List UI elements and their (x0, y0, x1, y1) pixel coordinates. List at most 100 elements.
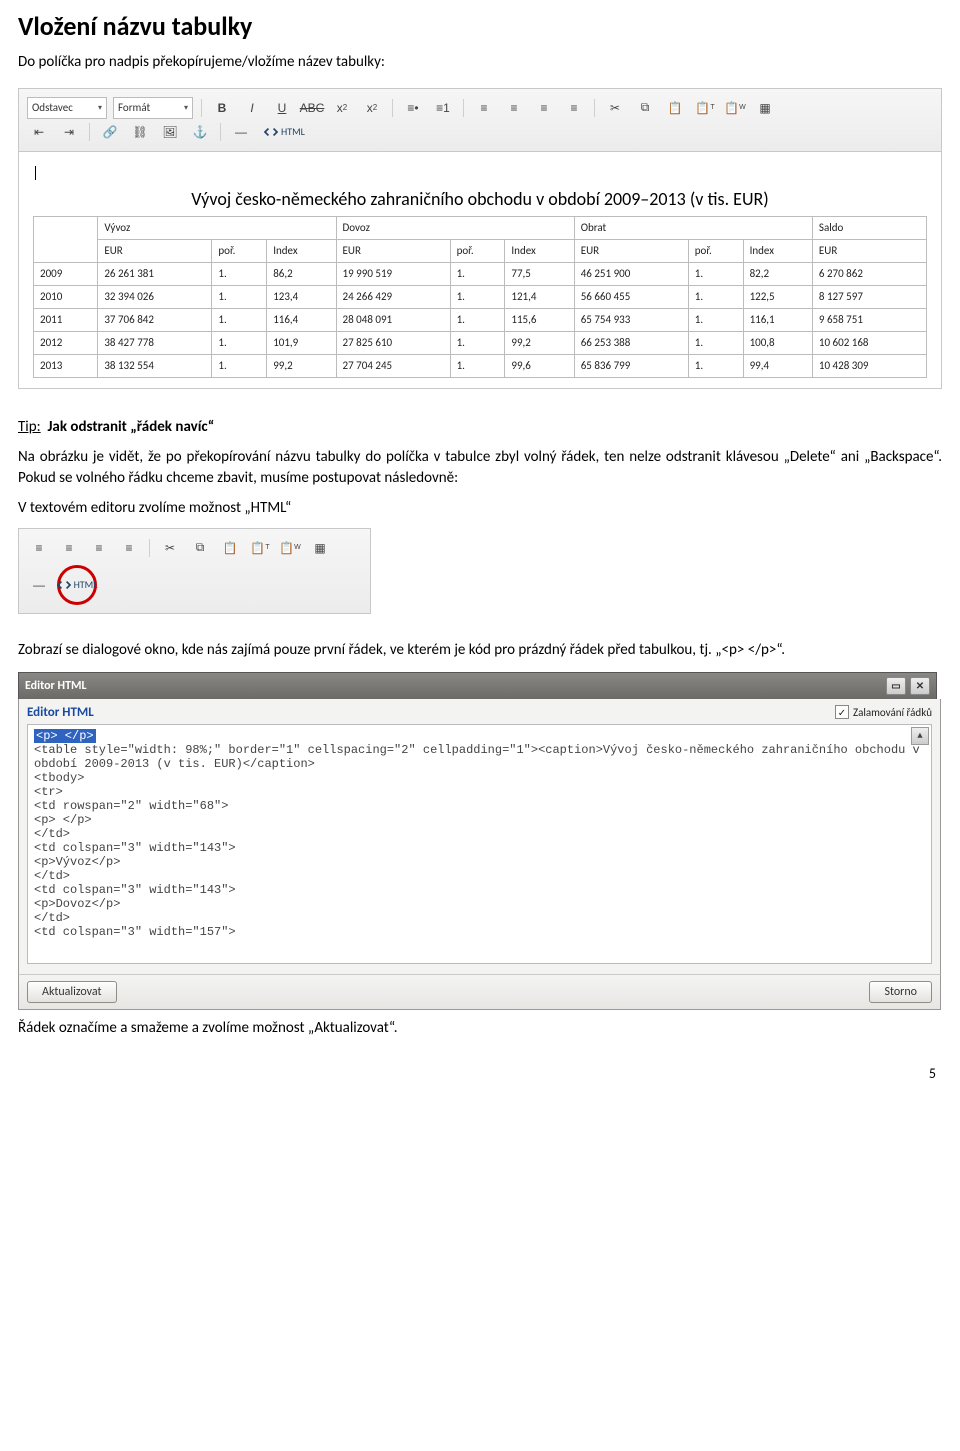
image-button[interactable]: 🖼 (158, 121, 182, 143)
align-center-button[interactable]: ≡ (502, 97, 526, 119)
link-button[interactable]: 🔗 (98, 121, 122, 143)
html-source-button[interactable]: HTML (52, 575, 103, 594)
intro-paragraph: Do políčka pro nadpis překopírujeme/vlož… (18, 52, 942, 74)
table-button[interactable]: ▦ (753, 97, 777, 119)
paste-button[interactable]: 📋 (663, 97, 687, 119)
separator (89, 123, 90, 141)
html-icon (264, 126, 278, 138)
paste-word-button[interactable]: 📋W (278, 537, 302, 559)
data-table: Vývoz Dovoz Obrat Saldo EURpoř.Index EUR… (33, 216, 927, 378)
copy-button[interactable]: ⧉ (633, 97, 657, 119)
table-caption: Vývoj česko-německého zahraničního obcho… (33, 188, 927, 210)
text-format-select[interactable]: Formát▾ (113, 97, 193, 119)
update-button[interactable]: Aktualizovat (27, 981, 117, 1003)
code-line: <td rowspan="2" width="68"> (34, 799, 925, 813)
table-row: 200926 261 3811.86,219 990 5191.77,546 2… (34, 262, 927, 285)
table-row: 201032 394 0261.123,424 266 4291.121,456… (34, 285, 927, 308)
text-cursor (35, 166, 37, 180)
tip-paragraph: Na obrázku je vidět, že po překopírování… (18, 447, 942, 491)
checkbox-icon: ✓ (835, 705, 849, 719)
paste-text-button[interactable]: 📋T (248, 537, 272, 559)
cut-button[interactable]: ✂ (158, 537, 182, 559)
code-line: <tr> (34, 785, 925, 799)
align-justify-button[interactable]: ≡ (117, 537, 141, 559)
code-line: <p> </p> (34, 813, 925, 827)
after-toolbar-paragraph: Zobrazí se dialogové okno, kde nás zajím… (18, 640, 942, 662)
anchor-button[interactable]: ⚓ (188, 121, 212, 143)
code-line: <td colspan="3" width="143"> (34, 841, 925, 855)
separator (201, 99, 202, 117)
code-line: </td> (34, 911, 925, 925)
separator (220, 123, 221, 141)
hr-button[interactable]: — (229, 121, 253, 143)
code-line: <td colspan="3" width="143"> (34, 883, 925, 897)
copy-button[interactable]: ⧉ (188, 537, 212, 559)
separator (594, 99, 595, 117)
code-line: </td> (34, 827, 925, 841)
separator (463, 99, 464, 117)
cut-button[interactable]: ✂ (603, 97, 627, 119)
block-format-select[interactable]: Odstavec▾ (27, 97, 107, 119)
table-row: Vývoz Dovoz Obrat Saldo (34, 216, 927, 239)
page-title: Vložení názvu tabulky (18, 10, 942, 42)
html-icon (57, 579, 71, 591)
maximize-button[interactable]: ▭ (886, 677, 906, 695)
dialog-titlebar[interactable]: Editor HTML ▭ ✕ (18, 672, 937, 699)
tip-heading: Tip: Jak odstranit „řádek navíc“ (18, 417, 942, 439)
table-button[interactable]: ▦ (308, 537, 332, 559)
outdent-button[interactable]: ⇤ (27, 121, 51, 143)
number-list-button[interactable]: ≡1 (431, 97, 455, 119)
final-paragraph: Řádek označíme a smažeme a zvolíme možno… (18, 1018, 942, 1040)
cancel-button[interactable]: Storno (869, 981, 932, 1003)
separator (392, 99, 393, 117)
table-row: 201338 132 5541.99,227 704 2451.99,665 8… (34, 354, 927, 377)
close-button[interactable]: ✕ (910, 677, 930, 695)
wrap-lines-checkbox[interactable]: ✓ Zalamování řádků (835, 705, 932, 719)
align-justify-button[interactable]: ≡ (562, 97, 586, 119)
table-row: 201238 427 7781.101,927 825 6101.99,266 … (34, 331, 927, 354)
paste-word-button[interactable]: 📋W (723, 97, 747, 119)
align-right-button[interactable]: ≡ (532, 97, 556, 119)
dialog-title-label: Editor HTML (25, 679, 87, 693)
align-center-button[interactable]: ≡ (57, 537, 81, 559)
superscript-button[interactable]: x2 (360, 97, 384, 119)
code-line: <p>Dovoz</p> (34, 897, 925, 911)
table-row: EURpoř.Index EURpoř.Index EURpoř.Index E… (34, 239, 927, 262)
strike-button[interactable]: ABC (300, 97, 324, 119)
underline-button[interactable]: U (270, 97, 294, 119)
highlight-circle: HTML (57, 565, 97, 605)
italic-button[interactable]: I (240, 97, 264, 119)
dialog-footer: Aktualizovat Storno (18, 974, 941, 1010)
bullet-list-button[interactable]: ≡• (401, 97, 425, 119)
rich-text-editor: Odstavec▾ Formát▾ B I U ABC x2 x2 ≡• ≡1 … (18, 88, 942, 389)
code-line: <table style="width: 98%;" border="1" ce… (34, 743, 925, 771)
table-row: 201137 706 8421.116,428 048 0911.115,665… (34, 308, 927, 331)
html-editor-dialog: Editor HTML ▭ ✕ Editor HTML ✓ Zalamování… (18, 672, 942, 1010)
align-right-button[interactable]: ≡ (87, 537, 111, 559)
scroll-up-button[interactable]: ▲ (911, 727, 929, 745)
html-source-button[interactable]: HTML (259, 122, 310, 141)
code-line: </td> (34, 869, 925, 883)
separator (149, 539, 150, 557)
code-line: <p>Vývoz</p> (34, 855, 925, 869)
paste-text-button[interactable]: 📋T (693, 97, 717, 119)
editor-toolbar: Odstavec▾ Formát▾ B I U ABC x2 x2 ≡• ≡1 … (19, 89, 941, 152)
tip-step: V textovém editoru zvolíme možnost „HTML… (18, 498, 942, 520)
toolbar-fragment: ≡ ≡ ≡ ≡ ✂ ⧉ 📋 📋T 📋W ▦ — HTML (18, 528, 371, 614)
unlink-button[interactable]: ⛓ (128, 121, 152, 143)
align-left-button[interactable]: ≡ (27, 537, 51, 559)
code-line: <td colspan="3" width="157"> (34, 925, 925, 939)
bold-button[interactable]: B (210, 97, 234, 119)
paste-button[interactable]: 📋 (218, 537, 242, 559)
selected-code: <p> </p> (34, 729, 96, 743)
subscript-button[interactable]: x2 (330, 97, 354, 119)
code-line: <tbody> (34, 771, 925, 785)
indent-button[interactable]: ⇥ (57, 121, 81, 143)
page-number: 5 (18, 1065, 942, 1082)
hr-button[interactable]: — (27, 574, 51, 596)
editor-body[interactable]: Vývoj česko-německého zahraničního obcho… (19, 152, 941, 388)
html-source-textarea[interactable]: ▲ <p> </p> <table style="width: 98%;" bo… (27, 724, 932, 964)
dialog-body: Editor HTML ✓ Zalamování řádků ▲ <p> </p… (18, 699, 941, 974)
dialog-header-label: Editor HTML (27, 705, 94, 720)
align-left-button[interactable]: ≡ (472, 97, 496, 119)
